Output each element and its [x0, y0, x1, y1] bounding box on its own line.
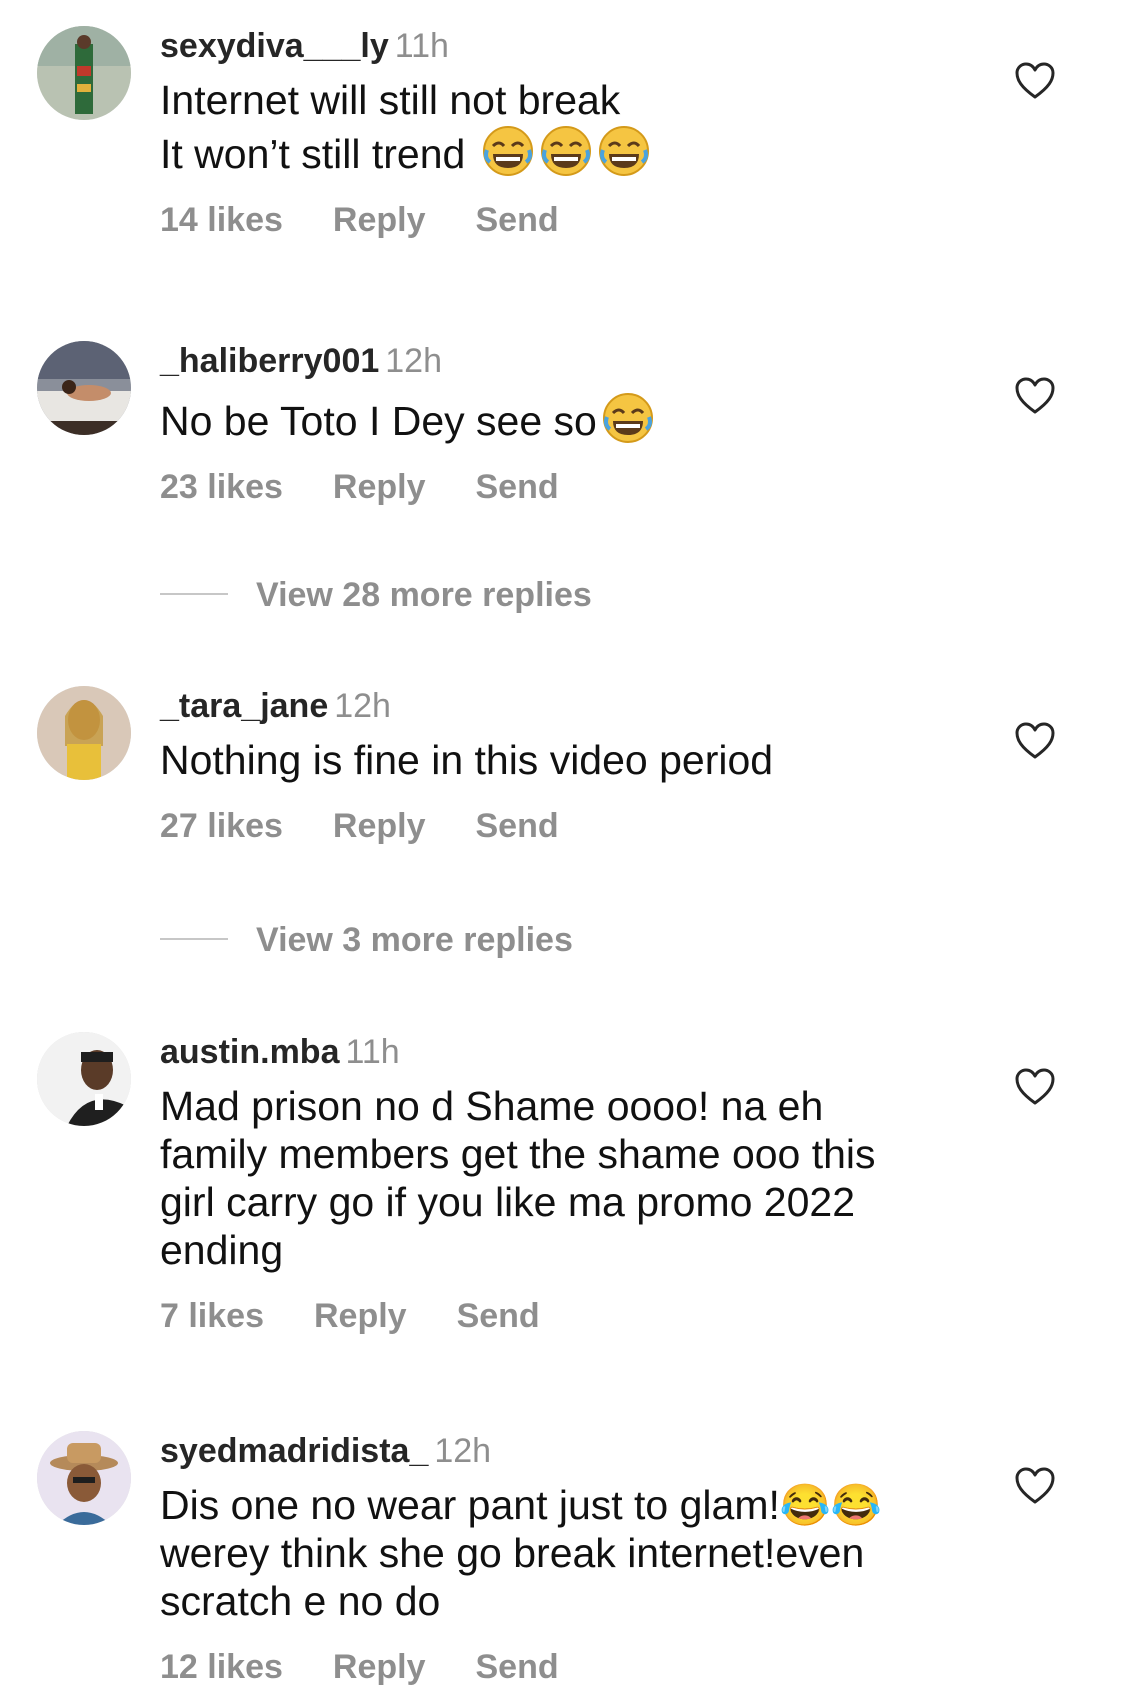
- comment-time: 11h: [345, 1033, 400, 1071]
- send-button[interactable]: Send: [475, 467, 558, 507]
- comment-text: Internet will still not break It won’t s…: [160, 76, 950, 178]
- reply-button[interactable]: Reply: [333, 1647, 426, 1687]
- comment-actions: 7 likes Reply Send: [160, 1296, 950, 1336]
- avatar-photo: [37, 1032, 131, 1126]
- thread-line: [160, 593, 228, 596]
- comment-text: No be Toto I Dey see so: [160, 391, 950, 445]
- comment-time: 12h: [334, 687, 391, 725]
- heart-outline-icon: [1015, 1467, 1055, 1504]
- like-button[interactable]: [1015, 722, 1055, 760]
- avatar-photo: [37, 686, 131, 780]
- comment-username[interactable]: austin.mba: [160, 1033, 339, 1071]
- laughing-emoji-icon: [598, 126, 649, 176]
- comment-time: 11h: [394, 27, 449, 65]
- send-button[interactable]: Send: [475, 806, 558, 846]
- laughing-emoji-icon: [602, 393, 653, 443]
- like-button[interactable]: [1015, 62, 1055, 100]
- view-more-replies-button[interactable]: View 28 more replies: [160, 575, 592, 615]
- likes-count[interactable]: 14 likes: [160, 200, 283, 240]
- send-button[interactable]: Send: [457, 1296, 540, 1336]
- like-button[interactable]: [1015, 1068, 1055, 1106]
- avatar[interactable]: [37, 1032, 131, 1126]
- send-button[interactable]: Send: [475, 200, 558, 240]
- heart-outline-icon: [1015, 62, 1055, 99]
- thread-line: [160, 938, 228, 941]
- comment-time: 12h: [434, 1432, 492, 1470]
- avatar[interactable]: [37, 26, 131, 120]
- avatar[interactable]: [37, 1431, 131, 1525]
- comment-actions: 12 likes Reply Send: [160, 1647, 950, 1687]
- heart-outline-icon: [1015, 377, 1055, 414]
- likes-count[interactable]: 7 likes: [160, 1296, 264, 1336]
- laughing-emoji-icon: [482, 126, 533, 176]
- comment-text: Dis one no wear pant just to glam!😂😂 wer…: [160, 1482, 882, 1624]
- comment-username[interactable]: _haliberry001: [160, 342, 379, 380]
- avatar-photo: [37, 26, 131, 120]
- like-button[interactable]: [1015, 1467, 1055, 1505]
- send-button[interactable]: Send: [475, 1647, 558, 1687]
- comment-text: Nothing is fine in this video period: [160, 737, 774, 783]
- emoji-group: [465, 126, 650, 177]
- likes-count[interactable]: 27 likes: [160, 806, 283, 846]
- comment-username[interactable]: syedmadridista_: [160, 1432, 428, 1470]
- comment-text: Mad prison no d Shame oooo! na eh family…: [160, 1083, 876, 1273]
- comment-actions: 14 likes Reply Send: [160, 200, 950, 240]
- comment-username[interactable]: _tara_jane: [160, 687, 328, 725]
- avatar-photo: [37, 341, 131, 435]
- comment-actions: 23 likes Reply Send: [160, 467, 950, 507]
- likes-count[interactable]: 23 likes: [160, 467, 283, 507]
- like-button[interactable]: [1015, 377, 1055, 415]
- view-more-replies-button[interactable]: View 3 more replies: [160, 920, 573, 960]
- laughing-emoji-icon: [540, 126, 591, 176]
- reply-button[interactable]: Reply: [314, 1296, 407, 1336]
- avatar[interactable]: [37, 686, 131, 780]
- reply-button[interactable]: Reply: [333, 806, 426, 846]
- comment-actions: 27 likes Reply Send: [160, 806, 950, 846]
- avatar[interactable]: [37, 341, 131, 435]
- comment-username[interactable]: sexydiva___ly: [160, 27, 389, 65]
- reply-button[interactable]: Reply: [333, 200, 426, 240]
- avatar-photo: [37, 1431, 131, 1525]
- heart-outline-icon: [1015, 722, 1055, 759]
- likes-count[interactable]: 12 likes: [160, 1647, 283, 1687]
- comment-time: 12h: [385, 342, 442, 380]
- heart-outline-icon: [1015, 1068, 1055, 1105]
- reply-button[interactable]: Reply: [333, 467, 426, 507]
- comments-feed: sexydiva___ly 11h Internet will still not…: [0, 0, 1125, 1702]
